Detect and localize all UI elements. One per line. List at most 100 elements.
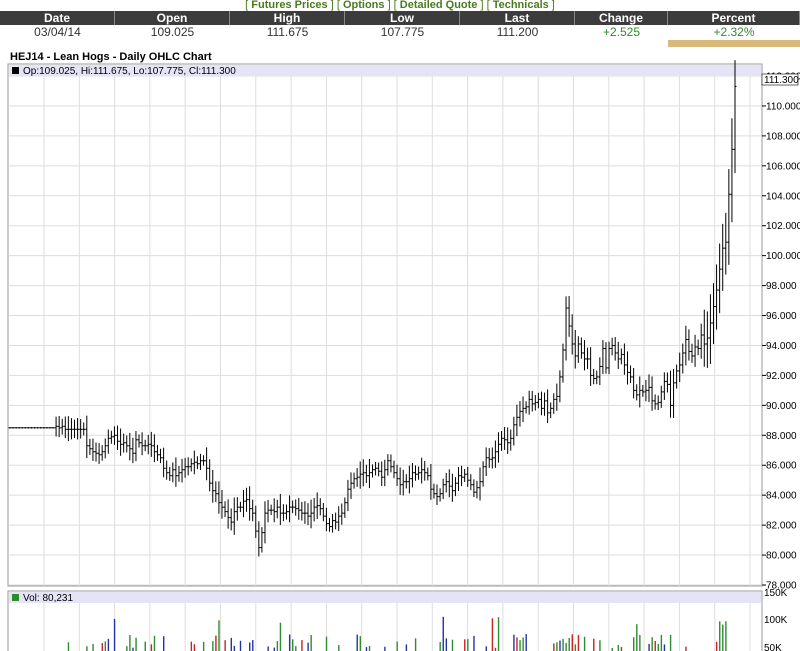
- y-tick-label-4: 104.000: [766, 191, 800, 202]
- volume-bar: [163, 636, 165, 651]
- volume-bar: [365, 647, 368, 651]
- y-tick-label-7: 98.000: [766, 281, 797, 292]
- volume-bar: [685, 646, 687, 651]
- volume-bar: [414, 638, 417, 651]
- volume-bar: [295, 646, 297, 651]
- volume-bar: [273, 647, 275, 651]
- volume-bar: [396, 641, 398, 651]
- volume-bar: [325, 636, 328, 651]
- volume-bar: [559, 640, 561, 651]
- y-tick-label-16: 80.000: [766, 551, 797, 562]
- y-tick-label-1: 110.000: [766, 101, 800, 112]
- volume-bar: [513, 634, 515, 651]
- volume-bar: [356, 634, 358, 651]
- volume-bar: [233, 645, 236, 651]
- volume-bar: [224, 640, 226, 651]
- volume-bar: [153, 635, 156, 651]
- volume-bar: [218, 620, 220, 651]
- volume-legend-band: [9, 592, 761, 603]
- y-tick-label-2: 108.000: [766, 131, 800, 142]
- volume-bar: [276, 641, 279, 651]
- volume-bar: [202, 641, 205, 651]
- volume-bar: [715, 641, 718, 651]
- volume-bar: [669, 634, 672, 651]
- volume-bar: [620, 647, 623, 651]
- volume-bar: [307, 642, 309, 651]
- volume-bar: [491, 618, 494, 651]
- volume-bar: [193, 644, 196, 651]
- last-price-text: 111.300: [764, 75, 799, 86]
- volume-bar: [654, 640, 656, 651]
- volume-bar: [212, 641, 214, 651]
- volume-bar: [135, 637, 137, 651]
- volume-bar: [92, 644, 94, 651]
- volume-bar: [445, 638, 448, 651]
- volume-bar: [485, 646, 487, 651]
- volume-bar: [574, 644, 577, 651]
- volume-bar: [384, 646, 386, 651]
- volume-bar: [525, 634, 527, 651]
- volume-bar: [107, 638, 110, 651]
- volume-bar: [553, 643, 555, 651]
- volume-bar: [648, 643, 650, 651]
- ohlc-chart: Op:109.025, Hi:111.675, Lo:107.775, Cl:1…: [7, 60, 800, 651]
- y-tick-label-15: 82.000: [766, 521, 797, 532]
- volume-bar: [467, 639, 469, 651]
- volume-bar: [442, 616, 444, 651]
- volume-bar: [617, 644, 620, 651]
- volume-bar: [249, 642, 251, 651]
- y-tick-label-12: 88.000: [766, 431, 797, 442]
- volume-bar: [719, 621, 721, 651]
- volume-bar: [522, 637, 524, 651]
- volume-bar: [113, 618, 116, 651]
- volume-bar: [571, 634, 573, 651]
- volume-bar: [288, 634, 291, 651]
- volume-tick-150k: 150K: [764, 588, 788, 599]
- y-tick-label-11: 90.000: [766, 401, 797, 412]
- y-tick-label-8: 96.000: [766, 311, 797, 322]
- volume-bar: [239, 640, 242, 651]
- price-legend: Op:109.025, Hi:111.675, Lo:107.775, Cl:1…: [23, 66, 236, 77]
- volume-bar: [599, 640, 601, 651]
- volume-bar: [150, 644, 153, 651]
- volume-bar: [190, 641, 193, 651]
- y-tick-label-9: 94.000: [766, 341, 797, 352]
- volume-bar: [126, 646, 128, 651]
- volume-bar: [86, 646, 88, 651]
- y-tick-label-13: 86.000: [766, 461, 797, 472]
- volume-bar: [267, 646, 269, 651]
- volume-bar: [639, 634, 641, 651]
- volume-bar: [633, 637, 635, 651]
- volume-bar: [230, 637, 232, 651]
- volume-bar: [338, 644, 340, 651]
- volume-bar: [129, 635, 131, 651]
- volume-bar: [101, 643, 103, 651]
- y-tick-label-14: 84.000: [766, 491, 797, 502]
- volume-bar: [651, 637, 653, 651]
- volume-bar: [473, 635, 475, 651]
- volume-bar: [252, 640, 254, 651]
- volume-bar: [301, 640, 303, 651]
- volume-bar: [660, 635, 663, 651]
- price-panel-frame: [7, 63, 763, 587]
- volume-bar: [359, 636, 362, 651]
- volume-bar: [132, 647, 134, 651]
- volume-bar: [577, 635, 580, 651]
- volume-bar: [439, 641, 441, 651]
- volume-bar: [516, 637, 518, 651]
- volume-bar: [405, 644, 408, 651]
- volume-legend: Vol: 80,231: [23, 593, 73, 604]
- volume-bar: [451, 639, 454, 651]
- volume-bar: [593, 638, 595, 651]
- price-legend-marker: [12, 67, 19, 74]
- volume-bar: [583, 636, 586, 651]
- vertical-grid: [43, 76, 751, 586]
- volume-bar: [215, 635, 217, 651]
- volume-bar: [310, 635, 312, 651]
- y-tick-label-3: 106.000: [766, 161, 800, 172]
- y-tick-label-10: 92.000: [766, 371, 797, 382]
- volume-tick-100k: 100K: [764, 615, 788, 626]
- volume-bar: [722, 624, 724, 651]
- volume-bar: [663, 644, 666, 651]
- volume-tick-50k: 50K: [764, 643, 782, 651]
